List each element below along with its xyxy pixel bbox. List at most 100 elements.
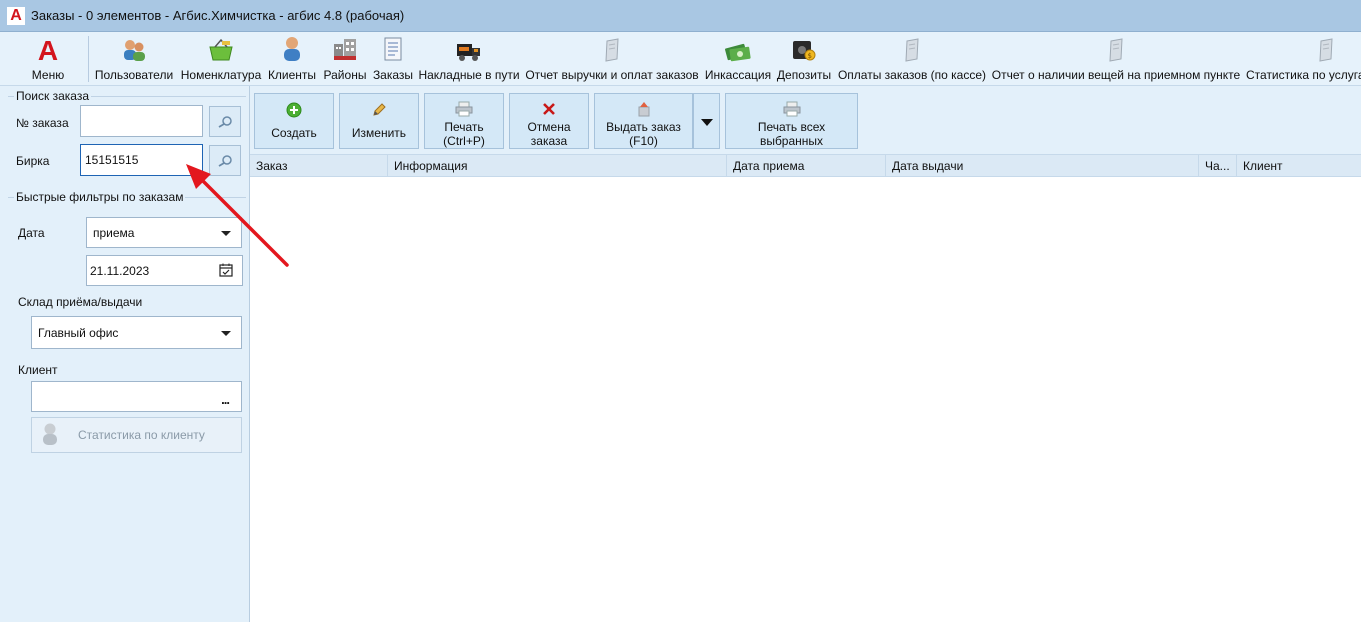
order-number-label: № заказа xyxy=(16,116,69,130)
date-label: Дата xyxy=(18,226,45,240)
printer-icon xyxy=(783,99,801,118)
ribbon-users-label: Пользователи xyxy=(94,68,174,82)
date-type-value: приема xyxy=(93,225,135,240)
chevron-down-icon xyxy=(221,330,231,336)
ribbon-nomenclature-button[interactable]: Номенклатура xyxy=(180,36,262,84)
left-filter-panel: Поиск заказа № заказа Бирка Быстрые филь… xyxy=(0,86,250,622)
ribbon-waybills-button[interactable]: Накладные в пути xyxy=(418,36,520,84)
plus-icon xyxy=(286,99,302,121)
ribbon-collection-button[interactable]: Инкассация xyxy=(703,36,773,84)
tag-search-button[interactable] xyxy=(209,145,241,176)
ribbon-deposits-button[interactable]: $ Депозиты xyxy=(775,36,833,84)
create-order-button[interactable]: Создать xyxy=(254,93,334,149)
chevron-down-icon xyxy=(221,230,231,236)
column-header-truncated[interactable]: Ча... xyxy=(1199,155,1237,177)
column-header-order[interactable]: Заказ xyxy=(250,155,388,177)
search-icon xyxy=(218,154,232,167)
client-icon xyxy=(40,422,60,449)
order-search-button[interactable] xyxy=(209,106,241,137)
print-all-label: Печать всех выбранных xyxy=(757,120,826,148)
edit-order-button[interactable]: Изменить xyxy=(339,93,419,149)
printer-icon xyxy=(455,99,473,118)
ribbon-orders-button[interactable]: Заказы xyxy=(372,36,414,84)
ribbon-deposits-label: Депозиты xyxy=(776,68,832,82)
menu-label: Меню xyxy=(31,68,65,82)
ribbon-separator xyxy=(88,36,89,82)
search-icon xyxy=(218,115,232,128)
calendar-icon[interactable] xyxy=(219,263,233,280)
client-icon xyxy=(281,36,303,62)
column-header-issue-date[interactable]: Дата выдачи xyxy=(886,155,1199,177)
ribbon-nomenclature-label: Номенклатура xyxy=(180,68,262,82)
orders-grid: Заказ Информация Дата приема Дата выдачи… xyxy=(250,154,1361,622)
ribbon-toolbar: A Меню Пользователи Номенклатура Клиенты… xyxy=(0,32,1361,86)
ribbon-revenue-report-label: Отчет выручки и оплат заказов xyxy=(525,68,699,82)
document-icon xyxy=(382,36,404,62)
ribbon-items-report-label: Отчет о наличии вещей на приемном пункте xyxy=(991,68,1241,82)
pencil-icon xyxy=(371,99,387,121)
warehouse-label: Склад приёма/выдачи xyxy=(18,295,143,309)
ribbon-collection-label: Инкассация xyxy=(704,68,772,82)
print-all-button[interactable]: Печать всех выбранных xyxy=(725,93,858,149)
ribbon-waybills-label: Накладные в пути xyxy=(418,68,520,82)
report-icon xyxy=(1246,36,1361,62)
report-icon xyxy=(603,36,621,62)
ribbon-payments-label: Оплаты заказов (по кассе) xyxy=(837,68,987,82)
ribbon-service-stats-label: Статистика по услуга xyxy=(1246,68,1361,82)
date-type-dropdown[interactable]: приема xyxy=(86,217,242,248)
ribbon-orders-label: Заказы xyxy=(372,68,414,82)
order-action-toolbar: Создать Изменить Печать (Ctrl+P) Отмена за… xyxy=(250,86,1361,154)
ribbon-districts-label: Районы xyxy=(323,68,367,82)
column-header-client[interactable]: Клиент xyxy=(1237,155,1361,177)
warehouse-dropdown[interactable]: Главный офис xyxy=(31,316,242,349)
column-header-info[interactable]: Информация xyxy=(388,155,727,177)
ribbon-service-stats-button[interactable]: Статистика по услуга xyxy=(1246,36,1361,84)
ribbon-items-report-button[interactable]: Отчет о наличии вещей на приемном пункте xyxy=(989,36,1243,84)
client-field[interactable]: ... xyxy=(31,381,242,412)
order-number-input[interactable] xyxy=(80,105,203,137)
money-icon xyxy=(724,36,752,62)
date-value: 21.11.2023 xyxy=(90,263,150,278)
truck-icon xyxy=(456,36,482,62)
create-label: Создать xyxy=(271,126,317,140)
ribbon-users-button[interactable]: Пользователи xyxy=(95,36,173,84)
menu-button[interactable]: A Меню xyxy=(22,36,74,84)
client-stats-label: Статистика по клиенту xyxy=(78,428,205,442)
title-bar: A Заказы - 0 элементов - Агбис.Химчистка… xyxy=(0,0,1361,32)
svg-text:$: $ xyxy=(808,52,812,60)
ribbon-clients-button[interactable]: Клиенты xyxy=(266,36,318,84)
client-stats-button[interactable]: Статистика по клиенту xyxy=(31,417,242,453)
cancel-label: Отмена заказа xyxy=(527,120,571,148)
issue-label: Выдать заказ (F10) xyxy=(606,120,681,148)
safe-icon: $ xyxy=(791,36,817,62)
search-group-title: Поиск заказа xyxy=(14,89,91,103)
ellipsis-icon[interactable]: ... xyxy=(221,392,230,407)
ribbon-revenue-report-button[interactable]: Отчет выручки и оплат заказов xyxy=(524,36,700,84)
ribbon-districts-button[interactable]: Районы xyxy=(322,36,368,84)
issue-options-dropdown[interactable] xyxy=(693,93,720,149)
issue-order-button[interactable]: Выдать заказ (F10) xyxy=(594,93,693,149)
warehouse-value: Главный офис xyxy=(38,325,119,340)
client-label: Клиент xyxy=(18,363,58,377)
buildings-icon xyxy=(332,36,358,62)
basket-icon xyxy=(207,36,235,62)
report-icon xyxy=(903,36,921,62)
grid-header: Заказ Информация Дата приема Дата выдачи… xyxy=(250,155,1361,177)
edit-label: Изменить xyxy=(351,126,407,140)
filters-group-title: Быстрые фильтры по заказам xyxy=(14,190,186,204)
cancel-order-button[interactable]: Отмена заказа xyxy=(509,93,589,149)
print-button[interactable]: Печать (Ctrl+P) xyxy=(424,93,504,149)
date-picker[interactable]: 21.11.2023 xyxy=(86,255,243,286)
tag-input[interactable] xyxy=(80,144,203,176)
column-header-receipt-date[interactable]: Дата приема xyxy=(727,155,886,177)
tag-label: Бирка xyxy=(16,154,50,168)
close-icon xyxy=(542,99,556,118)
menu-logo-icon: A xyxy=(37,35,59,66)
ribbon-clients-label: Клиенты xyxy=(267,68,317,82)
issue-icon xyxy=(636,99,652,118)
report-icon xyxy=(1107,36,1125,62)
app-logo-icon: A xyxy=(7,6,25,25)
ribbon-payments-button[interactable]: Оплаты заказов (по кассе) xyxy=(837,36,987,84)
print-label: Печать (Ctrl+P) xyxy=(443,120,485,148)
window-title: Заказы - 0 элементов - Агбис.Химчистка -… xyxy=(31,8,405,23)
